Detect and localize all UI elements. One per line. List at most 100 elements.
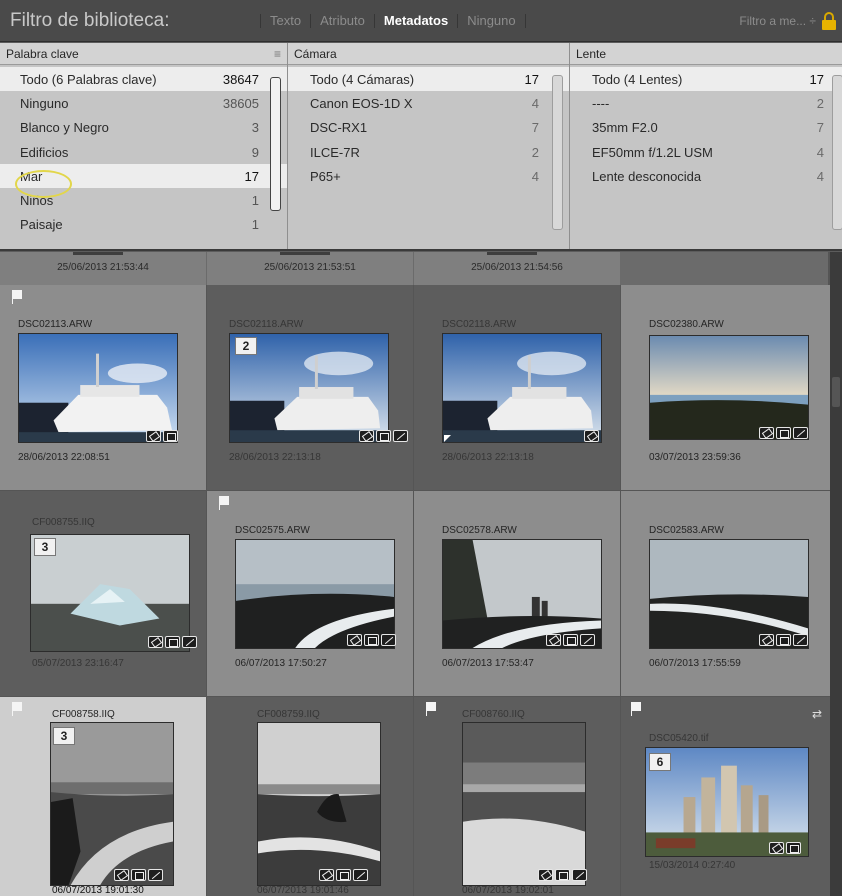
crop-icon[interactable] [555,869,570,881]
grid-cell[interactable]: DSC02118.ARW 2 28/06/2013 22:13:18 [207,285,413,490]
keyword-row[interactable]: Todo (6 Palabras clave) 38647 [0,67,287,92]
lens-scrollbar[interactable] [832,75,842,230]
grid-cell[interactable]: CF008759.IIQ 06/07/2013 19:01:46 [207,697,413,896]
grid-cell-partial[interactable]: 25/06/2013 21:53:51 [207,252,414,285]
camera-row-selected[interactable]: Todo (4 Cámaras) 17 [288,67,569,92]
stack-count-badge[interactable]: 6 [649,753,671,771]
tab-metadata[interactable]: Metadatos [373,13,457,28]
swap-icon[interactable]: ⇄ [812,707,822,721]
grid-cell[interactable]: DSC02575.ARW 06/07/2013 17:50:27 [207,491,413,696]
crop-icon[interactable] [364,634,379,646]
develop-adjust-icon[interactable] [381,634,396,646]
develop-adjust-icon[interactable] [393,430,408,442]
flag-icon[interactable] [426,702,436,716]
develop-adjust-icon[interactable] [148,869,163,881]
crop-icon[interactable] [131,869,146,881]
grid-cell[interactable]: DSC02380.ARW 03/07/2013 23:59:36 [621,285,830,490]
keyword-icon[interactable] [114,869,129,881]
keyword-icon[interactable] [769,842,784,854]
keyword-icon[interactable] [347,634,362,646]
grid-cell[interactable]: DSC02118.ARW 28/06/2013 22:13:18 [414,285,620,490]
photo-thumbnail[interactable] [18,333,178,443]
keyword-icon[interactable] [546,634,561,646]
grid-cell[interactable]: ⇄ DSC05420.tif 6 15/03/2014 0:27:40 [621,697,830,896]
keyword-icon[interactable] [146,430,161,442]
keyword-row[interactable]: Edificios 9 [0,140,287,164]
stack-count-badge[interactable]: 3 [53,727,75,745]
keyword-icon[interactable] [584,430,599,442]
grid-scrollbar[interactable] [830,252,842,896]
grid-cell-selected[interactable]: CF008758.IIQ 3 06/07/2013 19:01:30 [0,697,206,896]
flag-icon[interactable] [219,496,229,510]
photo-thumbnail[interactable] [257,722,381,886]
lock-icon[interactable] [822,11,836,30]
develop-adjust-icon[interactable] [182,636,197,648]
keyword-icon[interactable] [148,636,163,648]
crop-icon[interactable] [776,427,791,439]
crop-icon[interactable] [336,869,351,881]
photo-thumbnail[interactable] [462,722,586,886]
keyword-icon[interactable] [759,634,774,646]
keyword-icon[interactable] [759,427,774,439]
flag-icon[interactable] [12,702,22,716]
camera-row[interactable]: Canon EOS-1D X4 [288,91,569,115]
camera-column-header[interactable]: Cámara [294,47,337,61]
crop-icon[interactable] [563,634,578,646]
keyword-row[interactable]: Blanco y Negro 3 [0,116,287,140]
camera-row[interactable]: P65+ 4 [288,164,569,188]
grid-cell[interactable]: DSC02113.ARW 28/06/2013 22:08:51 [0,285,206,490]
photo-thumbnail[interactable] [235,539,395,649]
capture-date: 03/07/2013 23:59:36 [649,452,741,463]
crop-icon[interactable] [163,430,178,442]
tab-none[interactable]: Ninguno [457,13,526,28]
photo-thumbnail[interactable] [50,722,174,886]
grid-cell[interactable]: DSC02578.ARW 06/07/2013 17:53:47 [414,491,620,696]
lens-row-selected[interactable]: Todo (4 Lentes) 17 [570,67,842,92]
custom-filter-dropdown[interactable]: Filtro a me... ÷ [739,14,822,28]
stack-count-badge[interactable]: 2 [235,337,257,355]
stack-count-badge[interactable]: 3 [34,538,56,556]
column-menu-icon[interactable]: ≡ [274,47,281,61]
keyword-column-header[interactable]: Palabra clave [6,47,79,61]
keyword-row[interactable]: Paisaje 1 [0,213,287,237]
grid-cell-partial[interactable]: 25/06/2013 21:54:56 [414,252,621,285]
develop-adjust-icon[interactable] [572,869,587,881]
file-name: CF008760.IIQ [462,709,525,720]
grid-cell[interactable]: CF008755.IIQ 3 05/07/2013 23:16:47 [0,491,206,696]
crop-icon[interactable] [786,842,801,854]
develop-adjust-icon[interactable] [580,634,595,646]
develop-adjust-icon[interactable] [353,869,368,881]
photo-thumbnail[interactable] [442,539,602,649]
grid-cell[interactable]: CF008760.IIQ 06/07/2013 19:02:01 [414,697,620,896]
grid-cell-partial[interactable] [621,252,828,285]
grid-cell-partial[interactable]: 25/06/2013 21:53:44 [0,252,207,285]
camera-row[interactable]: ILCE-7R 2 [288,140,569,164]
capture-date: 06/07/2013 17:55:59 [649,658,741,669]
keyword-icon[interactable] [359,430,374,442]
photo-thumbnail[interactable] [649,335,809,440]
develop-adjust-icon[interactable] [793,634,808,646]
grid-scrollbar-thumb[interactable] [832,377,840,407]
photo-thumbnail[interactable] [442,333,602,443]
crop-icon[interactable] [776,634,791,646]
tab-text[interactable]: Texto [260,13,310,28]
develop-adjust-icon[interactable] [793,427,808,439]
grid-cell[interactable]: DSC02583.ARW 06/07/2013 17:55:59 [621,491,830,696]
flag-icon[interactable] [631,702,641,716]
lens-row[interactable]: EF50mm f/1.2L USM 4 [570,140,842,164]
camera-row[interactable]: DSC-RX1 7 [288,116,569,140]
lens-row[interactable]: Lente desconocida 4 [570,164,842,188]
lens-row[interactable]: ---- 2 [570,91,842,115]
keyword-row[interactable]: Ninguno 38605 [0,91,287,115]
keyword-icon[interactable] [319,869,334,881]
crop-icon[interactable] [376,430,391,442]
keyword-icon[interactable] [538,869,553,881]
lens-row[interactable]: 35mm F2.0 7 [570,116,842,140]
tab-attribute[interactable]: Atributo [310,13,374,28]
photo-thumbnail[interactable] [649,539,809,649]
crop-icon[interactable] [165,636,180,648]
flag-icon[interactable] [12,290,22,304]
keyword-scrollbar[interactable] [270,77,281,211]
lens-column-header[interactable]: Lente [576,47,606,61]
camera-scrollbar[interactable] [552,75,563,230]
